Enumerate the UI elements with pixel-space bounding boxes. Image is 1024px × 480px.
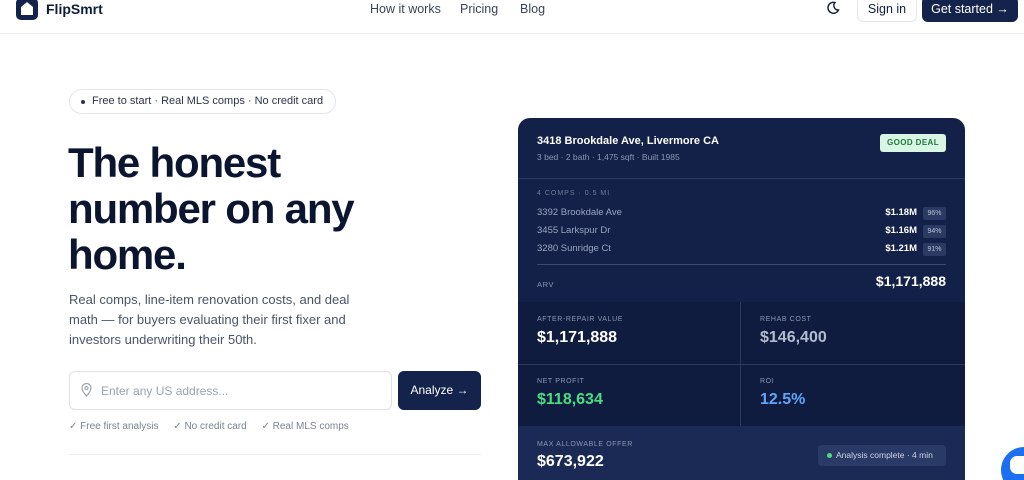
arv-value: $1,171,888 <box>875 273 946 289</box>
address-search-box[interactable] <box>69 371 392 410</box>
metric-roi: ROI 12.5% <box>741 364 964 426</box>
arv-divider <box>537 264 946 265</box>
metric-value: $118,634 <box>537 391 603 408</box>
comp-row: 3280 Sunridge Ct $1.21M 91% <box>537 243 946 257</box>
nav-pricing[interactable]: Pricing <box>460 2 498 16</box>
status-dot <box>827 453 832 458</box>
good-deal-badge: GOOD DEAL <box>880 134 946 152</box>
comp-address: 3280 Sunridge Ct <box>537 243 611 254</box>
benefit-no-credit-card: ✓ No credit card <box>173 421 247 432</box>
hero-heading: The honest number on any home. <box>68 139 355 278</box>
sign-in-button[interactable]: Sign in <box>857 0 917 22</box>
comp-address: 3392 Brookdale Ave <box>537 207 622 218</box>
metric-label: ROI <box>760 378 775 385</box>
nav-how-it-works[interactable]: How it works <box>370 2 441 16</box>
location-pin-icon <box>81 382 92 402</box>
property-address: 3418 Brookdale Ave, Livermore CA <box>537 135 719 147</box>
chat-icon <box>1010 456 1024 474</box>
comp-address: 3455 Larkspur Dr <box>537 225 611 236</box>
comps-header: 4 COMPS · 0.5 MI <box>537 190 611 197</box>
benefits-list: ✓ Free first analysis ✓ No credit card ✓… <box>69 421 361 432</box>
comp-price: $1.16M <box>885 225 917 236</box>
deal-analysis-card: 3418 Brookdale Ave, Livermore CA 3 bed ·… <box>518 118 965 480</box>
pill-text: Free to start · Real MLS comps · No cred… <box>92 95 324 107</box>
metric-label: NET PROFIT <box>537 378 585 385</box>
comp-price: $1.21M <box>885 243 917 254</box>
metric-net-profit: NET PROFIT $118,634 <box>518 364 741 426</box>
comp-row: 3392 Brookdale Ave $1.18M 96% <box>537 207 946 221</box>
metric-value: 12.5% <box>760 391 806 408</box>
max-offer-label: MAX ALLOWABLE OFFER <box>537 441 633 448</box>
comp-match-badge: 96% <box>923 207 946 220</box>
metric-after-repair-value: AFTER-REPAIR VALUE $1,171,888 <box>518 302 741 364</box>
hero-divider <box>69 454 481 455</box>
home-icon[interactable] <box>16 0 38 20</box>
chat-button[interactable] <box>1001 447 1024 480</box>
brand-logo-text[interactable]: FlipSmrt <box>46 1 103 17</box>
metric-label: AFTER-REPAIR VALUE <box>537 316 623 323</box>
top-nav-bar: FlipSmrt How it works Pricing Blog Sign … <box>0 0 1024 34</box>
card-divider <box>518 178 965 179</box>
feature-pill: Free to start · Real MLS comps · No cred… <box>69 89 337 114</box>
hero-subheading: Real comps, line-item renovation costs, … <box>69 292 350 347</box>
comp-match-badge: 94% <box>923 225 946 238</box>
benefit-real-mls: ✓ Real MLS comps <box>261 421 349 432</box>
analyze-button[interactable]: Analyze → <box>398 371 481 410</box>
nav-blog[interactable]: Blog <box>520 2 545 16</box>
metric-value: $146,400 <box>760 329 827 346</box>
get-started-button[interactable]: Get started → <box>922 0 1018 22</box>
metric-rehab-cost: REHAB COST $146,400 <box>741 302 964 364</box>
max-offer-section: MAX ALLOWABLE OFFER $673,922 Analysis co… <box>518 426 965 480</box>
benefit-free-analysis: ✓ Free first analysis <box>69 421 159 432</box>
metric-label: REHAB COST <box>760 316 812 323</box>
comp-match-badge: 91% <box>923 243 946 256</box>
moon-icon[interactable] <box>826 1 842 17</box>
analysis-status-badge: Analysis complete · 4 min <box>818 445 946 466</box>
property-details: 3 bed · 2 bath · 1,475 sqft · Built 1985 <box>537 152 680 162</box>
max-offer-value: $673,922 <box>537 453 604 470</box>
arv-label: ARV <box>537 280 555 289</box>
pill-bullet <box>81 100 85 104</box>
address-input[interactable] <box>101 372 381 409</box>
metrics-grid: AFTER-REPAIR VALUE $1,171,888 REHAB COST… <box>518 302 965 426</box>
comp-row: 3455 Larkspur Dr $1.16M 94% <box>537 225 946 239</box>
analysis-status-text: Analysis complete · 4 min <box>836 450 933 460</box>
metric-value: $1,171,888 <box>537 329 618 346</box>
comp-price: $1.18M <box>885 207 917 218</box>
